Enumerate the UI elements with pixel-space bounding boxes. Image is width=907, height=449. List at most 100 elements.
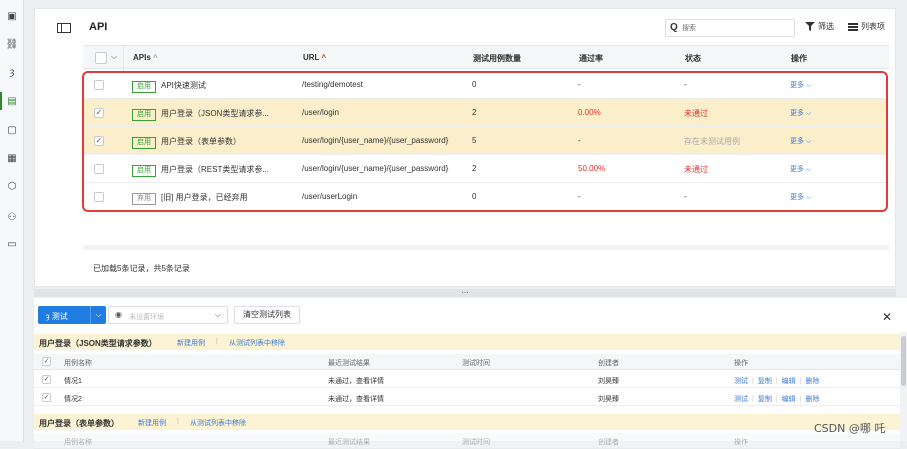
- case-op-link[interactable]: 测试: [734, 396, 748, 403]
- column-header-ops: 操作: [734, 439, 748, 446]
- case-count: 5: [472, 136, 477, 145]
- run-test-icon: ȝ: [46, 312, 50, 321]
- more-actions-link[interactable]: 更多 ⌵: [790, 80, 811, 90]
- case-table-header: 用例名称 最近测试结果 测试时间 创建者 操作: [34, 433, 900, 449]
- panel-splitter[interactable]: …: [34, 287, 896, 297]
- case-count: 0: [472, 80, 477, 89]
- column-header-case-name: 用例名称: [64, 360, 92, 367]
- chevron-down-icon: ⌵: [804, 166, 812, 173]
- table-row[interactable]: 启用 用户登录（REST类型请求参... /user/login/{user_nam…: [82, 155, 888, 183]
- case-result-link[interactable]: 未通过，查看详情: [328, 394, 384, 404]
- watermark: CSDN @哪 吒: [814, 422, 886, 435]
- row-checkbox[interactable]: ✓: [94, 136, 104, 146]
- case-table-header: ✓ 用例名称 最近测试结果 测试时间 创建者 操作: [34, 354, 900, 370]
- column-header-cases[interactable]: 测试用例数量: [473, 53, 521, 64]
- case-name[interactable]: 情况2: [64, 394, 82, 404]
- columns-label: 列表项: [861, 22, 885, 31]
- column-header-status[interactable]: 状态: [685, 53, 701, 64]
- status-badge: 启用: [132, 165, 156, 177]
- search-input[interactable]: [682, 22, 790, 34]
- case-op-link[interactable]: 测试: [734, 378, 748, 385]
- table-row[interactable]: 启用 API快速测试/testing/demotest 0 - - 更多 ⌵: [82, 71, 888, 99]
- case-op-link[interactable]: 复制: [758, 378, 772, 385]
- row-checkbox[interactable]: [94, 192, 104, 202]
- case-row[interactable]: ✓ 情况1 未通过，查看详情 刘昊臻 测试 | 复制 | 编辑 | 删除: [34, 372, 900, 388]
- api-name[interactable]: API快速测试: [161, 81, 206, 90]
- filter-icon: [805, 22, 815, 31]
- remove-from-list-link[interactable]: 从测试列表中移除: [190, 418, 246, 428]
- row-checkbox[interactable]: ✓: [94, 108, 104, 118]
- table-row[interactable]: ✓ 启用 用户登录（JSON类型请求参... /user/login 2 0.00% 未通过…: [82, 99, 888, 127]
- search-icon: Q: [670, 22, 678, 33]
- test-runner-panel: ȝ 测试 ⌵ ◉ 未设置环境 ⌵ 清空测试列表 ✕ 用户登录（JSON类型请求参…: [34, 298, 907, 449]
- test-case-icon[interactable]: ▤: [0, 92, 18, 110]
- case-op-link[interactable]: 删除: [805, 378, 819, 385]
- select-all-checkbox[interactable]: [95, 52, 107, 64]
- search-input-box[interactable]: Q: [665, 19, 795, 37]
- pass-rate: -: [578, 192, 581, 201]
- filter-button[interactable]: 筛选: [805, 21, 834, 32]
- columns-button[interactable]: 列表项: [848, 21, 885, 32]
- user-icon[interactable]: ⚇: [6, 211, 18, 223]
- api-name[interactable]: 用户登录（REST类型请求参...: [161, 165, 269, 174]
- column-header-url[interactable]: URL ^: [303, 53, 326, 62]
- more-actions-link[interactable]: 更多 ⌵: [790, 108, 811, 118]
- case-op-link[interactable]: 复制: [758, 396, 772, 403]
- api-name[interactable]: [旧] 用户登录，已经弃用: [161, 193, 248, 202]
- case-creator: 刘昊臻: [598, 396, 619, 403]
- clipboard-icon[interactable]: ▭: [6, 238, 18, 250]
- case-checkbox[interactable]: ✓: [42, 393, 51, 402]
- link-separator: |: [177, 418, 179, 425]
- case-result-link[interactable]: 未通过，查看详情: [328, 376, 384, 386]
- clear-test-list-button[interactable]: 清空测试列表: [234, 306, 300, 324]
- report-icon[interactable]: ▦: [6, 152, 18, 164]
- case-checkbox[interactable]: ✓: [42, 375, 51, 384]
- case-op-link[interactable]: 删除: [805, 396, 819, 403]
- op-separator: |: [752, 378, 754, 385]
- group-title: 用户登录（表单参数）: [39, 419, 119, 428]
- column-header-pass-rate[interactable]: 通过率: [579, 53, 603, 64]
- more-actions-link[interactable]: 更多 ⌵: [790, 192, 811, 202]
- case-count: 2: [472, 164, 477, 173]
- case-op-link[interactable]: 编辑: [782, 378, 796, 385]
- table-row[interactable]: 弃用 [旧] 用户登录，已经弃用/user/userLogin 0 - - 更多 ⌵: [82, 183, 888, 211]
- page-title: API: [89, 21, 108, 33]
- api-name[interactable]: 用户登录（表单参数）: [161, 137, 241, 146]
- new-case-link[interactable]: 新建用例: [138, 418, 166, 428]
- select-all-cases-checkbox[interactable]: ✓: [42, 357, 51, 366]
- case-name[interactable]: 情况1: [64, 376, 82, 386]
- column-header-apis[interactable]: APIs ^: [133, 53, 158, 62]
- vertical-scrollbar[interactable]: [900, 332, 907, 441]
- column-header-result: 最近测试结果: [328, 439, 370, 446]
- dashboard-icon[interactable]: ▣: [6, 10, 18, 22]
- remove-from-list-link[interactable]: 从测试列表中移除: [229, 338, 285, 348]
- more-actions-link[interactable]: 更多 ⌵: [790, 164, 811, 174]
- api-icon[interactable]: ȝ: [6, 66, 18, 78]
- sidebar-toggle-icon[interactable]: [57, 23, 71, 33]
- case-row[interactable]: ✓ 情况2 未通过，查看详情 刘昊臻 测试 | 复制 | 编辑 | 删除: [34, 390, 900, 406]
- run-test-dropdown-icon[interactable]: ⌵: [90, 306, 106, 324]
- more-actions-link[interactable]: 更多 ⌵: [790, 136, 811, 146]
- link-icon[interactable]: ⛓: [6, 38, 19, 50]
- horizontal-scrollbar[interactable]: [83, 245, 889, 250]
- status-badge: 启用: [132, 137, 156, 149]
- document-icon[interactable]: ▢: [6, 124, 18, 136]
- case-op-link[interactable]: 编辑: [782, 396, 796, 403]
- table-row[interactable]: ✓ 启用 用户登录（表单参数） /user/login/{user_name}/{us…: [82, 127, 888, 155]
- select-all-dropdown-icon[interactable]: ⌵: [111, 52, 117, 62]
- api-url: /user/login/{user_name}/{user_password}: [302, 164, 449, 173]
- table-header: ⌵ APIs ^ URL ^ 测试用例数量 通过率 状态 操作: [83, 45, 889, 70]
- row-checkbox[interactable]: [94, 164, 104, 174]
- scrollbar-thumb[interactable]: [901, 336, 906, 386]
- filter-label: 筛选: [818, 22, 834, 31]
- run-test-button[interactable]: ȝ 测试 ⌵: [38, 306, 106, 324]
- close-icon[interactable]: ✕: [882, 310, 892, 324]
- pass-rate: -: [578, 136, 581, 145]
- api-name[interactable]: 用户登录（JSON类型请求参...: [161, 109, 269, 118]
- chevron-down-icon: ⌵: [804, 138, 812, 145]
- row-checkbox[interactable]: [94, 80, 104, 90]
- new-case-link[interactable]: 新建用例: [177, 338, 205, 348]
- settings-icon[interactable]: ⬡: [6, 180, 18, 192]
- case-creator: 刘昊臻: [598, 378, 619, 385]
- environment-select[interactable]: ◉ 未设置环境 ⌵: [108, 306, 228, 324]
